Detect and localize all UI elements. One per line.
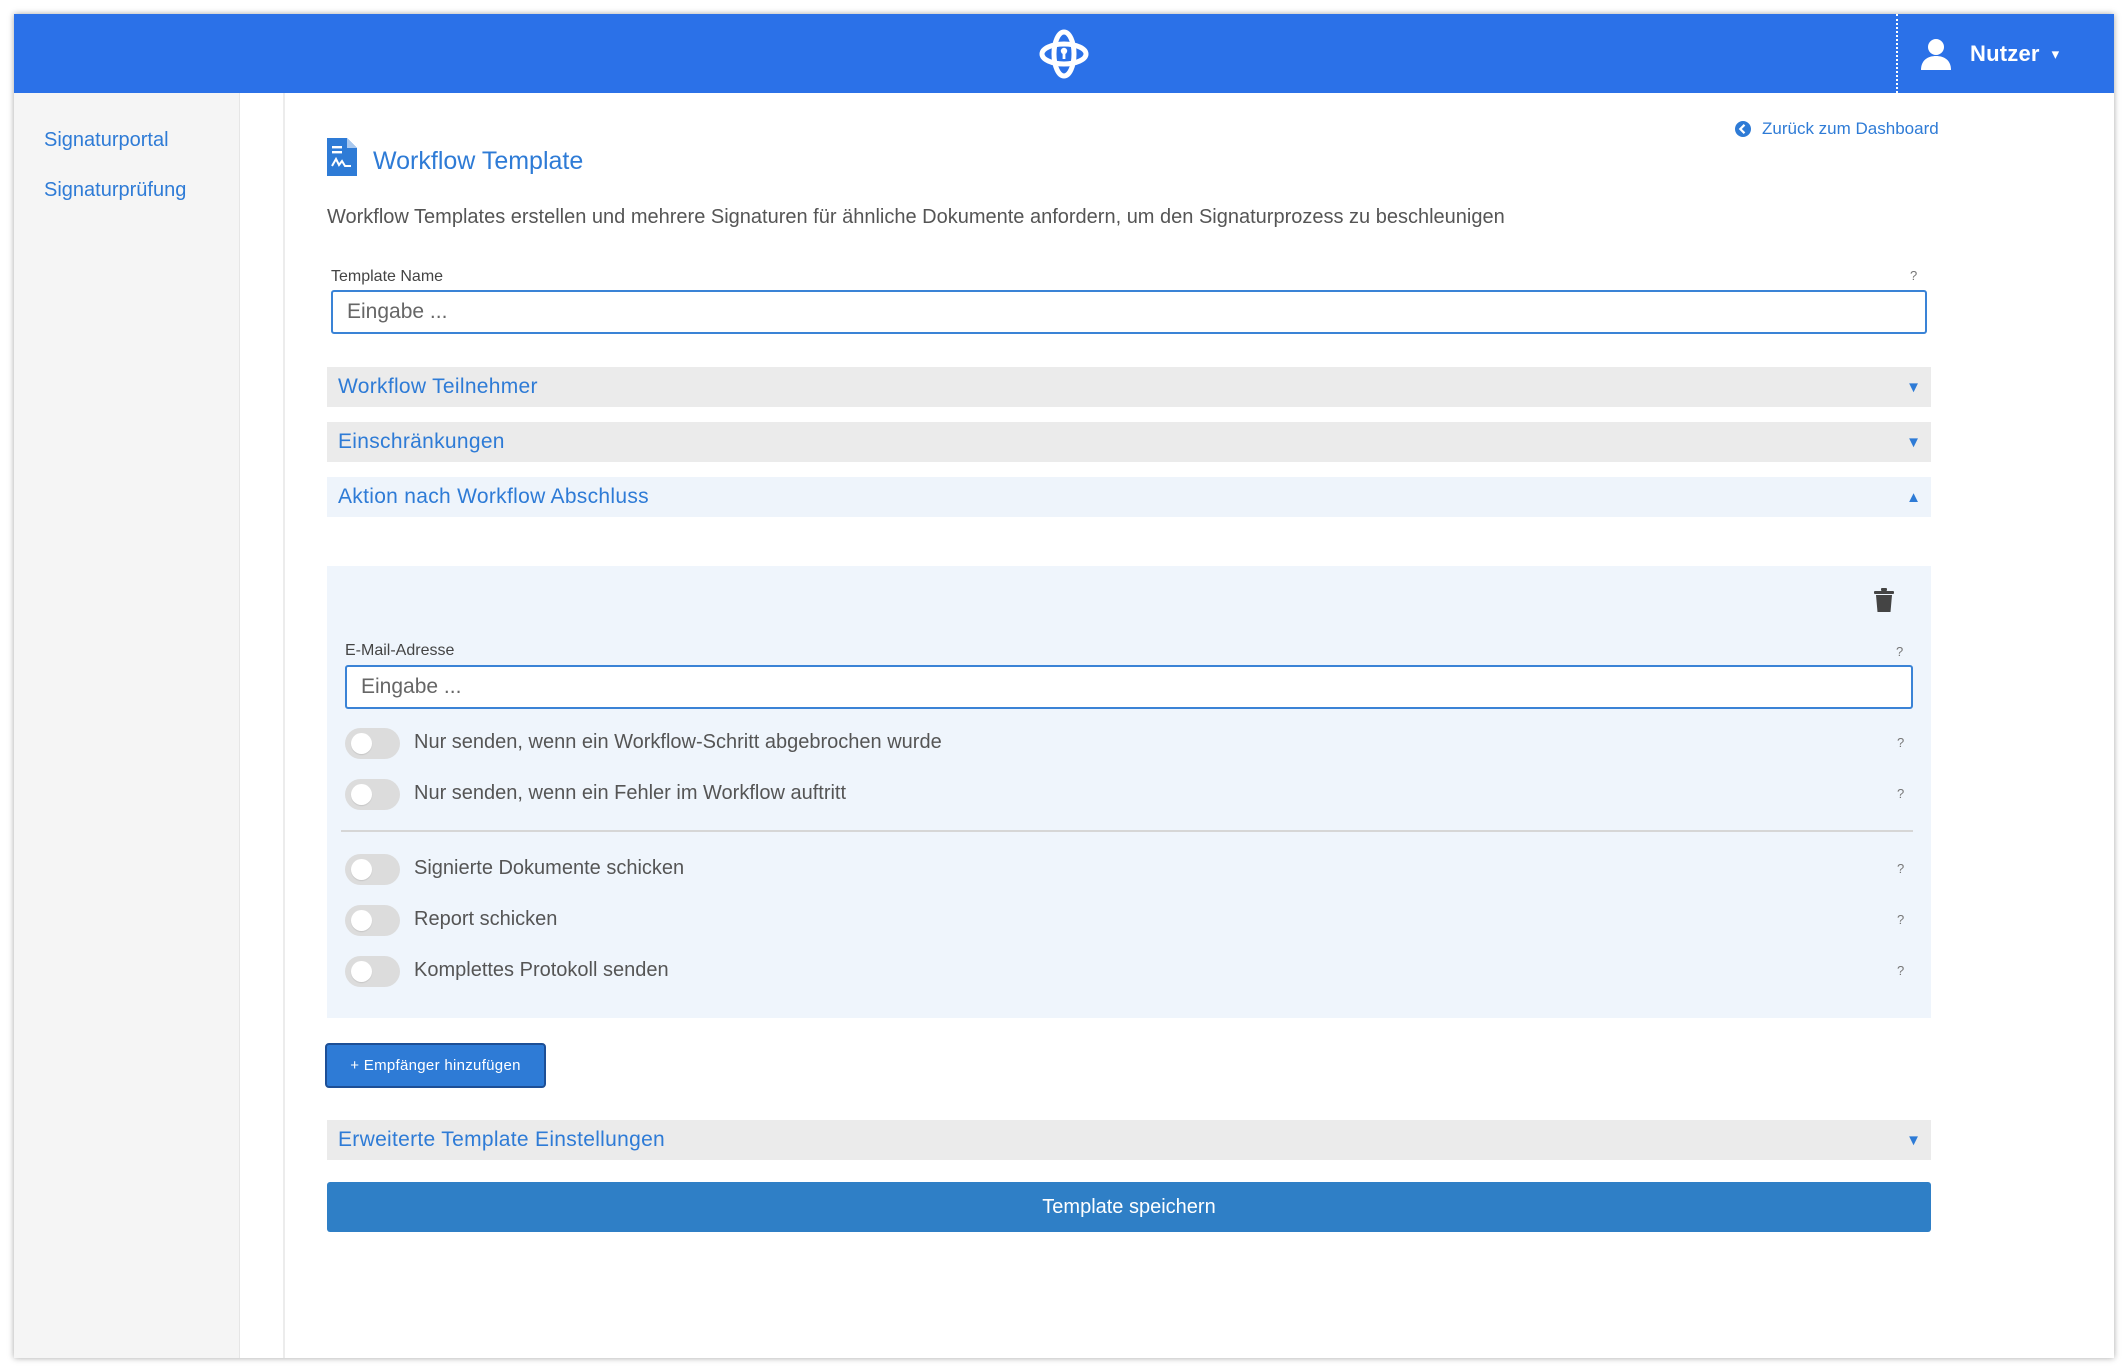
page-header: Workflow Template: [327, 138, 583, 176]
toggle-send-report[interactable]: [345, 905, 400, 936]
chevron-down-icon: ▾: [2051, 46, 2060, 63]
toggle-label-only-on-error: Nur senden, wenn ein Fehler im Workflow …: [414, 782, 847, 804]
arrow-left-circle-icon: [1735, 121, 1751, 137]
toggle-knob: [351, 961, 372, 982]
toggle-label-send-signed-documents: Signierte Dokumente schicken: [414, 857, 685, 879]
chevron-down-icon: ▼: [1906, 433, 1921, 451]
top-bar: Nutzer ▾: [14, 14, 2114, 93]
toggle-label-send-report: Report schicken: [414, 908, 558, 930]
section-erweiterte-template-einstellungen[interactable]: Erweiterte Template Einstellungen ▼: [327, 1120, 1931, 1160]
card-divider: [341, 830, 1913, 832]
toggle-label-only-on-cancel: Nur senden, wenn ein Workflow-Schritt ab…: [414, 731, 942, 753]
topbar-divider: [1896, 14, 1898, 93]
chevron-down-icon: ▼: [1906, 378, 1921, 396]
toggle-help-icon[interactable]: ?: [1897, 735, 1904, 750]
toggle-knob: [351, 733, 372, 754]
toggle-help-icon[interactable]: ?: [1897, 963, 1904, 978]
toggle-knob: [351, 859, 372, 880]
section-einschraenkungen[interactable]: Einschränkungen ▼: [327, 422, 1931, 462]
sidebar: Signaturportal Signaturprüfung: [14, 93, 240, 1358]
user-avatar-icon: [1921, 39, 1951, 70]
content-divider: [283, 93, 285, 1358]
section-workflow-teilnehmer[interactable]: Workflow Teilnehmer ▼: [327, 367, 1931, 407]
email-input[interactable]: [345, 665, 1913, 709]
section-label: Workflow Teilnehmer: [338, 375, 538, 398]
template-name-label: Template Name: [331, 268, 444, 285]
toggle-help-icon[interactable]: ?: [1897, 912, 1904, 927]
sidebar-item-signaturportal[interactable]: Signaturportal: [44, 129, 169, 152]
document-signature-icon: [327, 138, 357, 176]
save-template-button[interactable]: Template speichern: [327, 1182, 1931, 1232]
email-help-icon[interactable]: ?: [1896, 644, 1903, 659]
toggle-knob: [351, 784, 372, 805]
section-label: Erweiterte Template Einstellungen: [338, 1128, 666, 1151]
toggle-only-on-error[interactable]: [345, 779, 400, 810]
template-name-input[interactable]: [331, 290, 1927, 334]
app-logo-icon[interactable]: [1037, 28, 1091, 80]
toggle-help-icon[interactable]: ?: [1897, 861, 1904, 876]
section-label: Einschränkungen: [338, 430, 505, 453]
section-label: Aktion nach Workflow Abschluss: [338, 485, 649, 508]
sidebar-item-signaturpruefung[interactable]: Signaturprüfung: [44, 179, 186, 202]
section-aktion-nach-workflow-abschluss[interactable]: Aktion nach Workflow Abschluss ▲: [327, 477, 1931, 517]
chevron-down-icon: ▼: [1906, 1131, 1921, 1149]
chevron-up-icon: ▲: [1906, 488, 1921, 506]
template-name-help-icon[interactable]: ?: [1910, 268, 1917, 283]
page-description: Workflow Templates erstellen und mehrere…: [327, 206, 1505, 228]
toggle-label-send-full-protocol: Komplettes Protokoll senden: [414, 959, 669, 981]
toggle-knob: [351, 910, 372, 931]
toggle-only-on-cancel[interactable]: [345, 728, 400, 759]
back-to-dashboard-link[interactable]: Zurück zum Dashboard: [1734, 119, 1939, 139]
trash-icon[interactable]: [1874, 588, 1894, 612]
toggle-send-full-protocol[interactable]: [345, 956, 400, 987]
toggle-send-signed-documents[interactable]: [345, 854, 400, 885]
back-link-label: Zurück zum Dashboard: [1762, 119, 1939, 138]
page-title: Workflow Template: [373, 146, 584, 175]
user-name: Nutzer: [1970, 41, 2040, 66]
toggle-help-icon[interactable]: ?: [1897, 786, 1904, 801]
email-label: E-Mail-Adresse: [345, 642, 455, 659]
add-recipient-button[interactable]: + Empfänger hinzufügen: [325, 1043, 546, 1088]
user-menu[interactable]: Nutzer ▾: [1918, 32, 2059, 76]
